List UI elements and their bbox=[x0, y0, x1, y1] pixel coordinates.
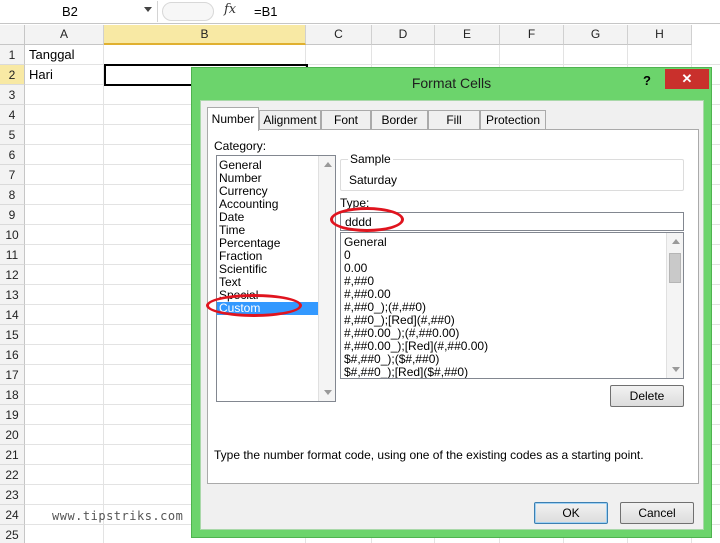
row-header-7[interactable]: 7 bbox=[0, 165, 25, 185]
row-header-15[interactable]: 15 bbox=[0, 325, 25, 345]
tab-alignment[interactable]: Alignment bbox=[259, 110, 321, 130]
row-header-25[interactable]: 25 bbox=[0, 525, 25, 543]
insert-function-icon[interactable]: fx bbox=[224, 2, 236, 17]
column-header-a[interactable]: A bbox=[25, 25, 104, 45]
cell-a2[interactable]: Hari bbox=[29, 67, 53, 82]
format-description: Type the number format code, using one o… bbox=[214, 448, 644, 462]
row-header-20[interactable]: 20 bbox=[0, 425, 25, 445]
sample-value: Saturday bbox=[349, 173, 398, 187]
column-header-d[interactable]: D bbox=[372, 25, 435, 45]
number-tab-panel: Category: General Number Currency Accountin… bbox=[207, 129, 699, 484]
scroll-up-icon[interactable] bbox=[324, 162, 332, 167]
column-header-f[interactable]: F bbox=[500, 25, 564, 45]
row-header-6[interactable]: 6 bbox=[0, 145, 25, 165]
type-input[interactable]: dddd bbox=[340, 212, 684, 231]
formula-bar-splitter[interactable] bbox=[162, 2, 214, 21]
delete-button[interactable]: Delete bbox=[610, 385, 684, 407]
format-code-item[interactable]: $#,##0_);[Red]($#,##0) bbox=[344, 366, 468, 379]
scroll-thumb[interactable] bbox=[669, 253, 681, 283]
formula-bar: B2 fx =B1 bbox=[0, 0, 720, 24]
row-header-12[interactable]: 12 bbox=[0, 265, 25, 285]
row-header-23[interactable]: 23 bbox=[0, 485, 25, 505]
watermark: www.tipstriks.com bbox=[52, 509, 184, 523]
chevron-down-icon[interactable] bbox=[144, 7, 152, 12]
category-list[interactable]: General Number Currency Accounting Date Time P… bbox=[216, 155, 336, 402]
row-header-4[interactable]: 4 bbox=[0, 105, 25, 125]
row-header-16[interactable]: 16 bbox=[0, 345, 25, 365]
column-gridline bbox=[103, 45, 104, 543]
column-header-c[interactable]: C bbox=[306, 25, 372, 45]
scroll-down-icon[interactable] bbox=[672, 367, 680, 372]
row-header-22[interactable]: 22 bbox=[0, 465, 25, 485]
row-header-18[interactable]: 18 bbox=[0, 385, 25, 405]
tab-font[interactable]: Font bbox=[321, 110, 371, 130]
format-cells-dialog: Format Cells ? ✕ Number Alignment Font Bord… bbox=[191, 67, 712, 538]
row-header-2[interactable]: 2 bbox=[0, 65, 25, 85]
row-header-10[interactable]: 10 bbox=[0, 225, 25, 245]
sample-label: Sample bbox=[348, 152, 393, 166]
close-button[interactable]: ✕ bbox=[665, 69, 709, 89]
row-header-8[interactable]: 8 bbox=[0, 185, 25, 205]
format-code-scrollbar[interactable] bbox=[666, 233, 683, 378]
row-header-13[interactable]: 13 bbox=[0, 285, 25, 305]
tab-border[interactable]: Border bbox=[371, 110, 428, 130]
dialog-title: Format Cells bbox=[411, 75, 492, 91]
dialog-body: Number Alignment Font Border Fill Protection … bbox=[200, 100, 704, 530]
name-box-value: B2 bbox=[62, 4, 78, 19]
column-header-h[interactable]: H bbox=[628, 25, 692, 45]
format-code-list[interactable]: General 0 0.00 #,##0 #,##0.00 #,##0_);(#,##0)… bbox=[340, 232, 684, 379]
tab-fill[interactable]: Fill bbox=[428, 110, 480, 130]
category-item[interactable]: Custom bbox=[217, 302, 319, 315]
column-header-g[interactable]: G bbox=[564, 25, 628, 45]
row-header-14[interactable]: 14 bbox=[0, 305, 25, 325]
formula-input[interactable]: =B1 bbox=[254, 4, 278, 19]
category-scrollbar[interactable] bbox=[318, 156, 335, 401]
scroll-up-icon[interactable] bbox=[672, 239, 680, 244]
row-header-1[interactable]: 1 bbox=[0, 45, 25, 65]
row-header-19[interactable]: 19 bbox=[0, 405, 25, 425]
name-box[interactable]: B2 bbox=[0, 1, 158, 22]
column-header-b[interactable]: B bbox=[104, 25, 306, 45]
row-header-17[interactable]: 17 bbox=[0, 365, 25, 385]
help-icon[interactable]: ? bbox=[643, 73, 651, 88]
row-header-5[interactable]: 5 bbox=[0, 125, 25, 145]
cell-a1[interactable]: Tanggal bbox=[29, 47, 75, 62]
tab-protection[interactable]: Protection bbox=[480, 110, 546, 130]
scroll-down-icon[interactable] bbox=[324, 390, 332, 395]
column-header-e[interactable]: E bbox=[435, 25, 500, 45]
category-label: Category: bbox=[214, 139, 267, 153]
row-header-21[interactable]: 21 bbox=[0, 445, 25, 465]
row-header-3[interactable]: 3 bbox=[0, 85, 25, 105]
row-header-24[interactable]: 24 bbox=[0, 505, 25, 525]
ok-button[interactable]: OK bbox=[534, 502, 608, 524]
tab-number[interactable]: Number bbox=[207, 107, 259, 131]
row-header-9[interactable]: 9 bbox=[0, 205, 25, 225]
type-label: Type: bbox=[340, 196, 370, 210]
cancel-button[interactable]: Cancel bbox=[620, 502, 694, 524]
row-header-11[interactable]: 11 bbox=[0, 245, 25, 265]
select-all-corner[interactable] bbox=[0, 25, 25, 45]
